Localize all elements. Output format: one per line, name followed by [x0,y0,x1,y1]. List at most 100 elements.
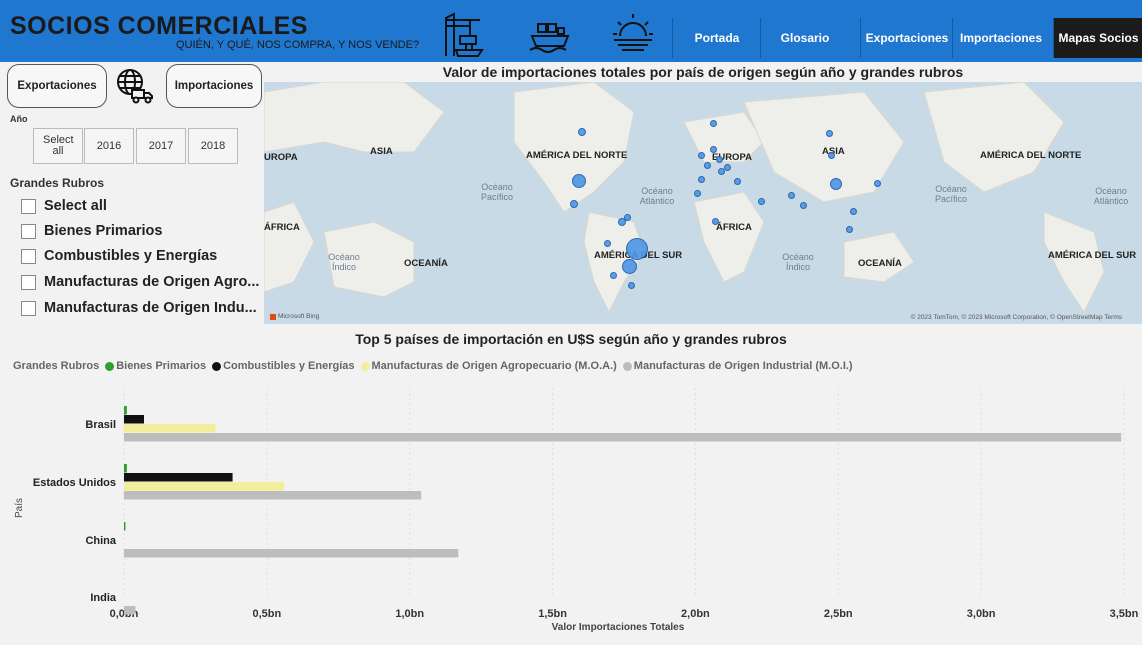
country-bubble[interactable] [698,152,705,159]
bar[interactable] [124,406,127,415]
x-tick-label: 2,0bn [681,608,710,620]
nav-glosario-button[interactable]: Glosario [760,18,849,58]
y-axis-label: País [14,498,25,518]
year-2018-button[interactable]: 2018 [188,128,238,164]
map-provider-label: Microsoft Bing [278,313,320,320]
nav-importaciones-button[interactable]: Importaciones [952,18,1049,58]
country-bubble[interactable] [716,156,723,163]
continent-label: AMÉRICA DEL NORTE [526,150,628,161]
checkbox-box[interactable] [21,274,36,290]
rubro-combustibles-label: Combustibles y Energías [44,248,218,264]
continent-label: OCEANÍA [404,258,448,269]
bar[interactable] [124,433,1122,442]
country-bubble[interactable] [610,272,617,279]
report-title: SOCIOS COMERCIALES [10,12,308,40]
rubro-select-all-label: Select all [44,198,107,214]
country-bubble[interactable] [826,130,833,137]
country-bubble[interactable] [626,238,648,260]
continent-label: UROPA [264,152,298,163]
exportaciones-toggle-label: Exportaciones [17,80,97,92]
nav-portada-button[interactable]: Portada [672,18,761,58]
map-land-shapes [264,82,1105,314]
ocean-label: Océano Índico [782,252,814,272]
checkbox-box[interactable] [21,248,36,264]
country-bubble[interactable] [698,176,705,183]
country-bubble[interactable] [624,214,631,221]
year-2018-label: 2018 [200,139,226,152]
country-bubble[interactable] [850,208,857,215]
bing-logo-icon [270,313,276,320]
chart-legend: Grandes Rubros Bienes Primarios Combusti… [13,360,853,372]
bar[interactable] [124,415,144,424]
legend-item[interactable]: Bienes Primarios [116,360,206,372]
bar[interactable] [124,522,126,531]
rubro-combustibles-checkbox[interactable]: Combustibles y Energías [21,248,217,264]
country-bubble[interactable] [694,190,701,197]
country-bubble[interactable] [800,202,807,209]
bar[interactable] [124,549,459,558]
rubro-moi-label: Manufacturas de Origen Indu... [44,300,257,316]
x-tick-label: 1,5bn [538,608,567,620]
y-category-label: China [85,535,116,547]
bar[interactable] [124,491,422,500]
country-bubble[interactable] [828,152,835,159]
country-bubble[interactable] [830,178,842,190]
checkbox-box[interactable] [21,300,36,316]
country-bubble[interactable] [704,162,711,169]
continent-label: OCEANÍA [858,258,902,269]
country-bubble[interactable] [710,120,717,127]
legend-swatch [622,361,632,371]
rubro-bienes-primarios-checkbox[interactable]: Bienes Primarios [21,223,162,239]
nav-mapas-socios-button[interactable]: Mapas Socios [1053,18,1142,58]
country-bubble[interactable] [712,218,719,225]
country-bubble[interactable] [874,180,881,187]
checkbox-box[interactable] [21,223,36,239]
ocean-label: Océano Índico [328,252,360,272]
nav-portada-label: Portada [694,31,740,45]
legend-item[interactable]: Manufacturas de Origen Agropecuario (M.O… [372,360,617,372]
year-2017-label: 2017 [148,139,174,152]
rubro-select-all-checkbox[interactable]: Select all [21,198,107,214]
rubro-moa-label: Manufacturas de Origen Agro... [44,274,260,290]
importaciones-toggle-button[interactable]: Importaciones [166,64,262,108]
country-bubble[interactable] [570,200,578,208]
country-bubble[interactable] [578,128,586,136]
country-bubble[interactable] [572,174,586,188]
rubro-moi-checkbox[interactable]: Manufacturas de Origen Indu... [21,300,257,316]
y-category-label: India [90,592,117,604]
bar[interactable] [124,482,284,491]
legend-item[interactable]: Combustibles y Energías [223,360,354,372]
bar[interactable] [124,464,127,473]
rubro-moa-checkbox[interactable]: Manufacturas de Origen Agro... [21,274,259,290]
bar[interactable] [124,473,233,482]
country-bubble[interactable] [604,240,611,247]
nav-mapas-socios-label: Mapas Socios [1058,31,1139,45]
ocean-label: Océano Atlántico [1093,186,1129,206]
year-2017-button[interactable]: 2017 [136,128,186,164]
bar[interactable] [124,606,136,615]
continent-label: ÁFRICA [716,222,752,233]
legend-swatch [360,361,370,371]
year-2016-button[interactable]: 2016 [84,128,134,164]
country-bubble[interactable] [846,226,853,233]
country-bubble[interactable] [710,146,717,153]
bar[interactable] [124,424,216,433]
nav-glosario-label: Glosario [780,31,830,45]
country-bubble[interactable] [724,164,731,171]
nav-importaciones-label: Importaciones [959,31,1043,45]
nav-exportaciones-button[interactable]: Exportaciones [860,18,953,58]
country-bubble[interactable] [628,282,635,289]
exportaciones-toggle-button[interactable]: Exportaciones [7,64,107,108]
legend-item[interactable]: Manufacturas de Origen Industrial (M.O.I… [634,360,853,372]
legend-swatch [105,361,115,371]
country-bubble[interactable] [622,259,637,274]
checkbox-box[interactable] [21,198,36,214]
y-category-label: Brasil [85,419,116,431]
year-select-all-button[interactable]: Select all [33,128,83,164]
country-bubble[interactable] [788,192,795,199]
country-bubble[interactable] [758,198,765,205]
country-bubble[interactable] [734,178,741,185]
year-2016-label: 2016 [96,139,122,152]
world-map[interactable]: UROPA ASIA AMÉRICA DEL NORTE EUROPA ASIA… [264,82,1142,324]
map-attribution[interactable]: © 2023 TomTom, © 2023 Microsoft Corporat… [911,314,1122,321]
